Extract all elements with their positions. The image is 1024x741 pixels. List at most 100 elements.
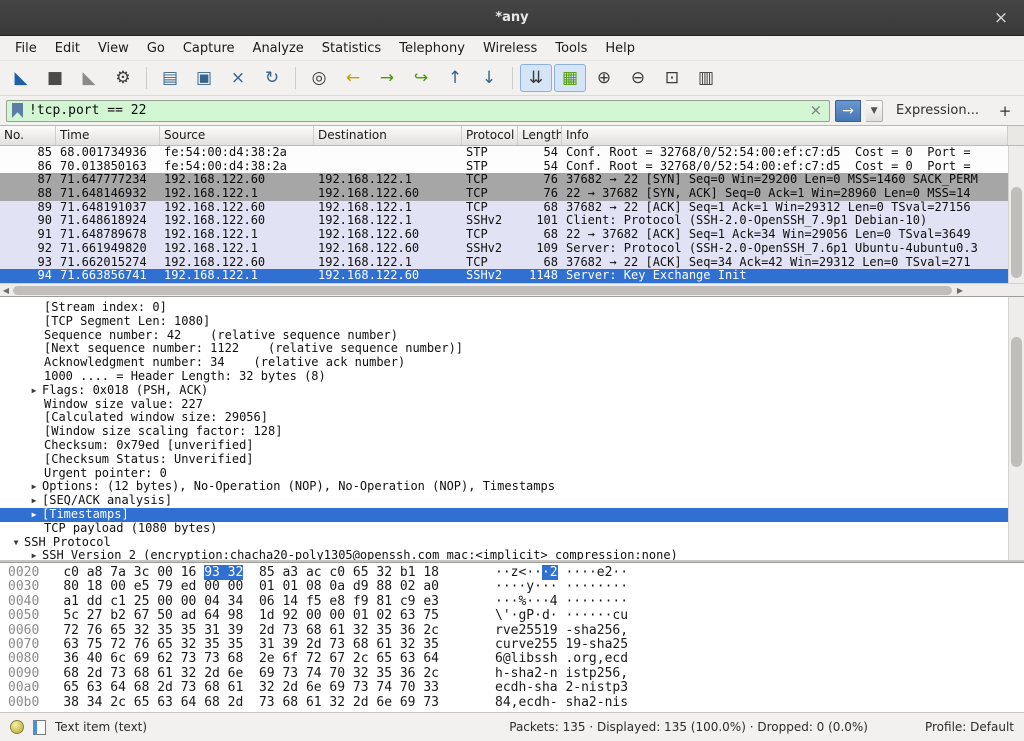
- filter-apply-button[interactable]: →: [835, 100, 861, 122]
- capture-options-button[interactable]: ⚙: [107, 64, 139, 92]
- expander-icon[interactable]: ▶: [26, 480, 42, 494]
- detail-row[interactable]: Sequence number: 42 (relative sequence n…: [0, 329, 1024, 343]
- scrollbar-thumb[interactable]: [1011, 337, 1022, 467]
- close-file-button[interactable]: ×: [222, 64, 254, 92]
- reload-file-button[interactable]: ↻: [256, 64, 288, 92]
- restart-capture-button[interactable]: ◣: [73, 64, 105, 92]
- close-window-button[interactable]: ×: [990, 7, 1012, 29]
- hex-row[interactable]: 008036 40 6c 69 62 73 73 68 2e 6f 72 67 …: [8, 652, 1024, 666]
- expert-info-icon[interactable]: [10, 720, 24, 734]
- go-to-packet-button[interactable]: ↪: [405, 64, 437, 92]
- scroll-right-icon[interactable]: ▶: [954, 284, 966, 296]
- hex-row[interactable]: 00b038 34 2c 65 63 64 68 2d 73 68 61 32 …: [8, 696, 1024, 710]
- packet-row[interactable]: 8568.001734936fe:54:00:d4:38:2aSTP54Conf…: [0, 146, 1008, 160]
- column-header-no[interactable]: No.: [0, 126, 56, 145]
- packet-row[interactable]: 9271.661949820192.168.122.1192.168.122.6…: [0, 242, 1008, 256]
- detail-row[interactable]: [Stream index: 0]: [0, 301, 1024, 315]
- menu-tools[interactable]: Tools: [546, 38, 596, 59]
- expander-icon[interactable]: ▶: [26, 508, 42, 522]
- save-file-button[interactable]: ▣: [188, 64, 220, 92]
- scrollbar-thumb[interactable]: [13, 286, 952, 295]
- detail-row[interactable]: [Calculated window size: 29056]: [0, 411, 1024, 425]
- hex-row[interactable]: 003080 18 00 e5 79 ed 00 00 01 01 08 0a …: [8, 580, 1024, 594]
- detail-row[interactable]: Acknowledgment number: 34 (relative ack …: [0, 356, 1024, 370]
- detail-row[interactable]: ▶SSH Version 2 (encryption:chacha20-poly…: [0, 549, 1024, 560]
- go-first-packet-button[interactable]: ↑: [439, 64, 471, 92]
- detail-row[interactable]: Checksum: 0x79ed [unverified]: [0, 439, 1024, 453]
- detail-row[interactable]: [Checksum Status: Unverified]: [0, 453, 1024, 467]
- expander-icon[interactable]: ▶: [26, 384, 42, 398]
- menu-telephony[interactable]: Telephony: [390, 38, 474, 59]
- filter-text[interactable]: !tcp.port == 22: [29, 103, 801, 118]
- filter-dropdown-button[interactable]: ▼: [866, 100, 883, 122]
- packet-list-scrollbar[interactable]: [1008, 146, 1024, 283]
- packet-row[interactable]: 9371.662015274192.168.122.60192.168.122.…: [0, 256, 1008, 270]
- detail-row[interactable]: [Next sequence number: 1122 (relative se…: [0, 342, 1024, 356]
- scroll-left-icon[interactable]: ◀: [0, 284, 12, 296]
- menu-view[interactable]: View: [89, 38, 138, 59]
- go-forward-button[interactable]: →: [371, 64, 403, 92]
- menu-capture[interactable]: Capture: [174, 38, 244, 59]
- profile-label[interactable]: Profile: Default: [925, 720, 1014, 734]
- detail-row[interactable]: 1000 .... = Header Length: 32 bytes (8): [0, 370, 1024, 384]
- packet-row[interactable]: 8871.648146932192.168.122.1192.168.122.6…: [0, 187, 1008, 201]
- auto-scroll-button[interactable]: ⇊: [520, 64, 552, 92]
- packet-row[interactable]: 8670.013850163fe:54:00:d4:38:2aSTP54Conf…: [0, 160, 1008, 174]
- capture-comment-icon[interactable]: [33, 720, 46, 735]
- zoom-in-button[interactable]: ⊕: [588, 64, 620, 92]
- zoom-original-button[interactable]: ⊡: [656, 64, 688, 92]
- expander-icon[interactable]: ▶: [26, 549, 42, 560]
- hex-row[interactable]: 00a065 63 64 68 2d 73 68 61 32 2d 6e 69 …: [8, 681, 1024, 695]
- menu-wireless[interactable]: Wireless: [474, 38, 546, 59]
- go-last-packet-button[interactable]: ↓: [473, 64, 505, 92]
- detail-row[interactable]: TCP payload (1080 bytes): [0, 522, 1024, 536]
- expander-icon[interactable]: ▶: [26, 494, 42, 508]
- detail-row[interactable]: ▶Options: (12 bytes), No-Operation (NOP)…: [0, 480, 1024, 494]
- colorize-packets-button[interactable]: ▦: [554, 64, 586, 92]
- filter-clear-icon[interactable]: ×: [807, 103, 824, 118]
- packet-row[interactable]: 8971.648191037192.168.122.60192.168.122.…: [0, 201, 1008, 215]
- menu-go[interactable]: Go: [138, 38, 174, 59]
- menu-edit[interactable]: Edit: [46, 38, 89, 59]
- display-filter-input[interactable]: !tcp.port == 22 ×: [6, 100, 830, 122]
- hex-row[interactable]: 00505c 27 b2 67 50 ad 64 98 1d 92 00 00 …: [8, 609, 1024, 623]
- packet-row[interactable]: 9171.648789678192.168.122.1192.168.122.6…: [0, 228, 1008, 242]
- detail-row[interactable]: [TCP Segment Len: 1080]: [0, 315, 1024, 329]
- menu-file[interactable]: File: [6, 38, 46, 59]
- hex-row[interactable]: 006072 76 65 32 35 35 31 39 2d 73 68 61 …: [8, 624, 1024, 638]
- detail-row[interactable]: ▶[Timestamps]: [0, 508, 1024, 522]
- detail-row[interactable]: Urgent pointer: 0: [0, 467, 1024, 481]
- detail-row[interactable]: [Window size scaling factor: 128]: [0, 425, 1024, 439]
- details-scrollbar[interactable]: [1008, 297, 1024, 560]
- filter-bookmark-icon[interactable]: [12, 103, 23, 118]
- packet-row[interactable]: 9471.663856741192.168.122.1192.168.122.6…: [0, 269, 1008, 283]
- packet-row[interactable]: 9071.648618924192.168.122.60192.168.122.…: [0, 214, 1008, 228]
- hex-row[interactable]: 007063 75 72 76 65 32 35 35 31 39 2d 73 …: [8, 638, 1024, 652]
- open-file-button[interactable]: ▤: [154, 64, 186, 92]
- add-filter-button[interactable]: +: [992, 100, 1018, 122]
- column-header-destination[interactable]: Destination: [314, 126, 462, 145]
- menu-analyze[interactable]: Analyze: [244, 38, 313, 59]
- column-header-protocol[interactable]: Protocol: [462, 126, 518, 145]
- expression-button[interactable]: Expression...: [888, 101, 987, 120]
- detail-row[interactable]: ▼SSH Protocol: [0, 536, 1024, 550]
- column-header-source[interactable]: Source: [160, 126, 314, 145]
- column-header-info[interactable]: Info: [562, 126, 1008, 145]
- detail-row[interactable]: ▶[SEQ/ACK analysis]: [0, 494, 1024, 508]
- column-header-time[interactable]: Time: [56, 126, 160, 145]
- resize-columns-button[interactable]: ▥: [690, 64, 722, 92]
- detail-row[interactable]: Window size value: 227: [0, 398, 1024, 412]
- hex-row[interactable]: 0020c0 a8 7a 3c 00 16 93 32 85 a3 ac c0 …: [8, 566, 1024, 580]
- expander-icon[interactable]: ▼: [8, 536, 24, 550]
- menu-help[interactable]: Help: [596, 38, 644, 59]
- scrollbar-thumb[interactable]: [1011, 187, 1022, 277]
- stop-capture-button[interactable]: ■: [39, 64, 71, 92]
- zoom-out-button[interactable]: ⊖: [622, 64, 654, 92]
- detail-row[interactable]: ▶Flags: 0x018 (PSH, ACK): [0, 384, 1024, 398]
- hex-row[interactable]: 0040a1 dd c1 25 00 00 04 34 06 14 f5 e8 …: [8, 595, 1024, 609]
- packet-row[interactable]: 8771.647777234192.168.122.60192.168.122.…: [0, 173, 1008, 187]
- find-packet-button[interactable]: ◎: [303, 64, 335, 92]
- start-capture-button[interactable]: ◣: [5, 64, 37, 92]
- go-back-button[interactable]: ←: [337, 64, 369, 92]
- column-header-length[interactable]: Length: [518, 126, 562, 145]
